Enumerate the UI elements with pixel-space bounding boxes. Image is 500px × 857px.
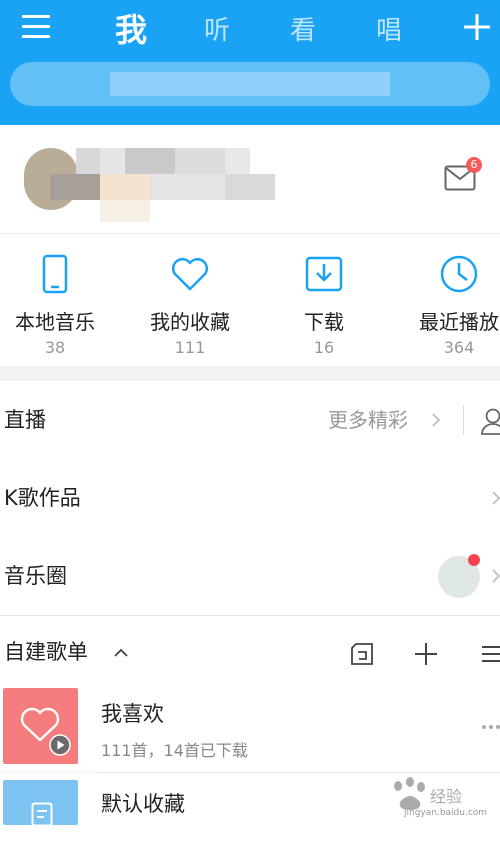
quick-count: 16 — [313, 338, 335, 357]
quick-count: 38 — [44, 338, 66, 357]
phone-icon — [42, 254, 68, 294]
chevron-up-icon[interactable] — [112, 646, 130, 658]
heart-icon — [172, 258, 208, 291]
top-bar: 我 听 看 唱 — [0, 0, 500, 125]
row-title: 直播 — [4, 408, 46, 432]
tab-sing[interactable]: 唱 — [363, 10, 415, 47]
chevron-right-icon — [492, 491, 500, 505]
row-karaoke[interactable]: K歌作品 — [0, 459, 500, 538]
quick-label: 我的收藏 — [150, 310, 230, 334]
quick-recent[interactable]: 最近播放 364 — [394, 234, 500, 366]
plus-icon[interactable] — [414, 642, 438, 666]
more-link[interactable]: 更多精彩 — [328, 381, 408, 459]
quick-favorites[interactable]: 我的收藏 111 — [125, 234, 255, 366]
play-icon[interactable] — [49, 734, 71, 756]
playlist-cover — [3, 688, 78, 764]
quick-label: 下载 — [304, 310, 344, 334]
search-bar[interactable] — [10, 62, 490, 106]
quick-access-grid: 本地音乐 38 我的收藏 111 下载 16 最近播放 364 — [0, 233, 500, 366]
unread-dot — [468, 554, 480, 566]
blurred-search-content — [110, 72, 390, 96]
tab-listen[interactable]: 听 — [191, 10, 243, 47]
quick-label: 最近播放 — [419, 310, 499, 334]
playlist-title: 我喜欢 — [101, 702, 164, 726]
playlist-cover — [3, 780, 78, 825]
tab-watch[interactable]: 看 — [277, 10, 329, 47]
section-title: 自建歌单 — [4, 640, 88, 664]
row-live[interactable]: 直播 更多精彩 — [0, 381, 500, 460]
tab-me[interactable]: 我 — [105, 5, 157, 51]
quick-local-music[interactable]: 本地音乐 38 — [0, 234, 120, 366]
clock-icon — [440, 255, 478, 293]
svg-text:经验: 经验 — [430, 787, 462, 806]
playlist-section-header: 自建歌单 — [0, 616, 500, 688]
watermark-url: jingyan.baidu.com — [404, 808, 488, 818]
quick-label: 本地音乐 — [15, 310, 95, 334]
quick-count: 364 — [443, 338, 475, 357]
document-icon — [31, 802, 53, 825]
row-title: K歌作品 — [4, 486, 81, 510]
list-menu-icon[interactable] — [480, 642, 500, 666]
quick-downloads[interactable]: 下载 16 — [259, 234, 389, 366]
download-icon — [305, 256, 343, 292]
quick-count: 111 — [174, 338, 206, 357]
import-icon[interactable] — [350, 642, 374, 666]
plus-icon[interactable] — [462, 12, 492, 42]
chevron-right-icon — [492, 569, 500, 583]
playlist-subtitle: 111首，14首已下载 — [101, 741, 248, 760]
divider — [463, 405, 464, 435]
playlist-title: 默认收藏 — [101, 792, 185, 816]
chevron-right-icon — [432, 413, 441, 427]
main-tabs: 我 听 看 唱 — [105, 0, 415, 56]
user-icon[interactable] — [480, 407, 500, 435]
notification-badge: 6 — [466, 157, 482, 173]
menu-icon[interactable] — [22, 14, 50, 40]
more-icon[interactable] — [480, 724, 500, 730]
row-music-circle[interactable]: 音乐圈 — [0, 537, 500, 616]
row-title: 音乐圈 — [4, 564, 67, 588]
